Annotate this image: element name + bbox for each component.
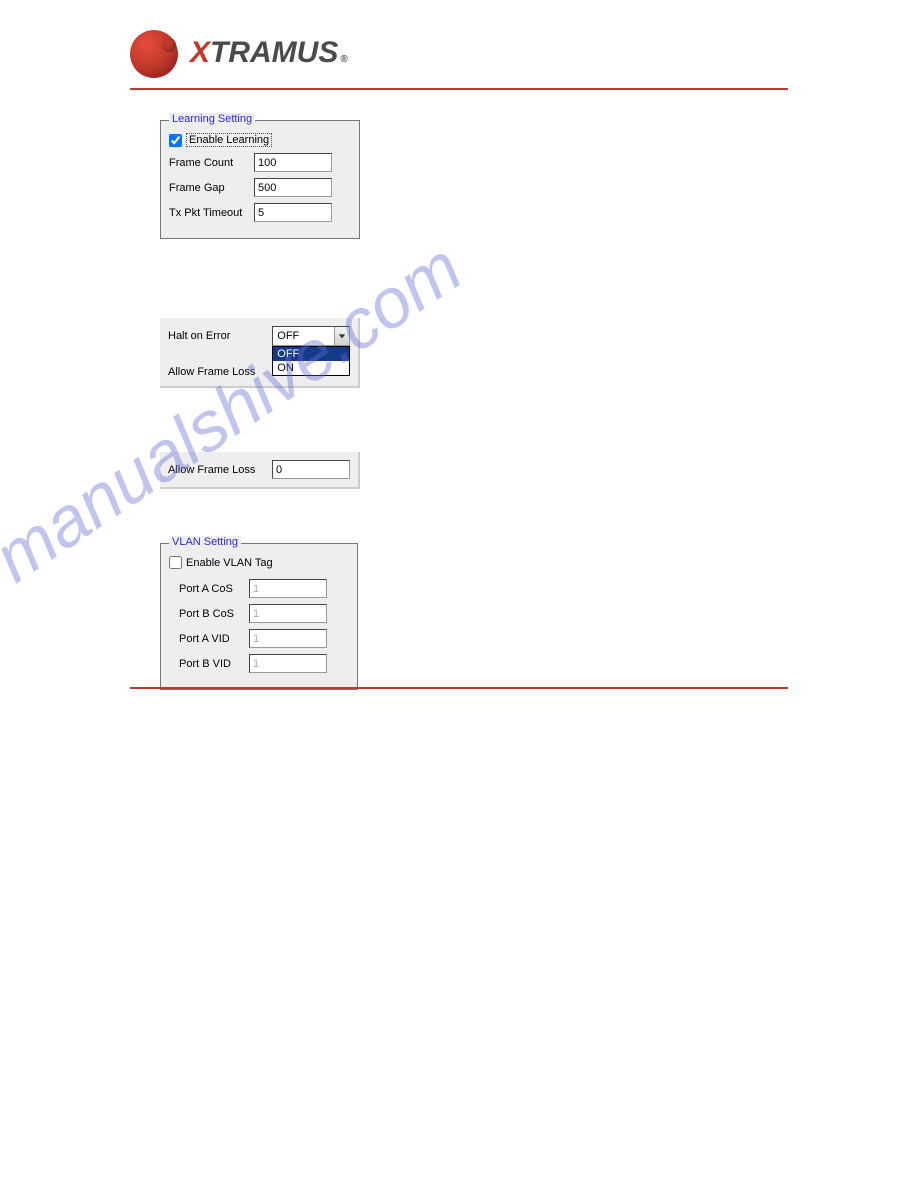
vlan-setting-title: VLAN Setting xyxy=(169,536,241,548)
halt-option-on[interactable]: ON xyxy=(273,361,349,375)
brand-wordmark: XTRAMUS® xyxy=(190,36,348,70)
allow-frame-loss-label-1: Allow Frame Loss xyxy=(168,366,255,378)
chevron-down-icon xyxy=(334,327,349,345)
brand-rest: TRAMUS xyxy=(210,36,338,69)
frame-gap-label: Frame Gap xyxy=(169,182,254,194)
enable-vlan-label: Enable VLAN Tag xyxy=(186,557,273,569)
allow-frame-loss-input[interactable] xyxy=(272,460,350,479)
halt-selected-value: OFF xyxy=(277,330,299,342)
enable-learning-label: Enable Learning xyxy=(186,133,272,147)
halt-select-button[interactable]: OFF xyxy=(272,326,350,346)
port-a-cos-input[interactable] xyxy=(249,579,327,598)
port-a-cos-label: Port A CoS xyxy=(179,583,249,595)
brand-header: XTRAMUS® xyxy=(130,30,788,80)
port-b-cos-input[interactable] xyxy=(249,604,327,623)
port-b-vid-input[interactable] xyxy=(249,654,327,673)
allow-frame-loss-label-2: Allow Frame Loss xyxy=(168,464,272,476)
halt-option-off[interactable]: OFF xyxy=(273,347,349,361)
port-a-vid-label: Port A VID xyxy=(179,633,249,645)
halt-on-error-select[interactable]: OFF OFF ON xyxy=(272,326,350,346)
learning-setting-group: Learning Setting Enable Learning Frame C… xyxy=(160,120,360,239)
halt-on-error-block: Halt on Error OFF OFF ON Allow Frame Los… xyxy=(160,318,360,388)
brand-x: X xyxy=(190,36,210,69)
tx-timeout-input[interactable] xyxy=(254,203,332,222)
port-b-vid-label: Port B VID xyxy=(179,658,249,670)
halt-select-list: OFF ON xyxy=(272,346,350,376)
halt-on-error-label: Halt on Error xyxy=(168,330,272,342)
header-rule xyxy=(130,88,788,90)
frame-count-label: Frame Count xyxy=(169,157,254,169)
allow-frame-loss-block: Allow Frame Loss xyxy=(160,452,360,489)
brand-reg: ® xyxy=(340,54,347,65)
tx-timeout-label: Tx Pkt Timeout xyxy=(169,207,254,219)
port-a-vid-input[interactable] xyxy=(249,629,327,648)
port-b-cos-label: Port B CoS xyxy=(179,608,249,620)
enable-vlan-checkbox[interactable] xyxy=(169,556,182,569)
footer-rule xyxy=(130,687,788,689)
vlan-setting-group: VLAN Setting Enable VLAN Tag Port A CoS … xyxy=(160,543,358,690)
learning-setting-title: Learning Setting xyxy=(169,113,255,125)
enable-learning-checkbox[interactable] xyxy=(169,134,182,147)
frame-count-input[interactable] xyxy=(254,153,332,172)
frame-gap-input[interactable] xyxy=(254,178,332,197)
watermark-text: manualshive.com xyxy=(0,218,790,1045)
logo-ball-icon xyxy=(130,30,178,78)
